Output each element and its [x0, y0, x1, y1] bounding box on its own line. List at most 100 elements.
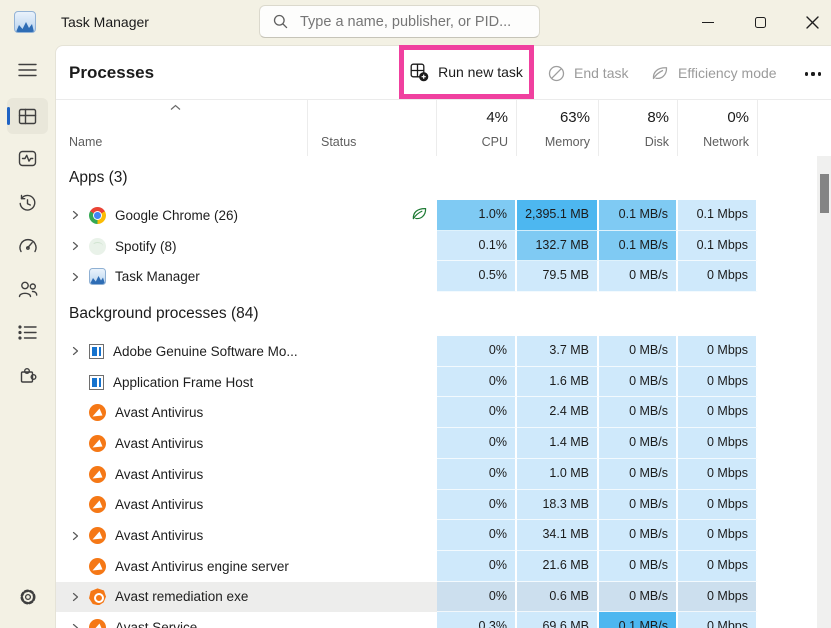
process-row[interactable]: Avast Service0.3%69.6 MB0.1 MB/s0 Mbps: [56, 612, 831, 628]
cpu-cell: 0.1%: [437, 231, 517, 262]
run-new-task-button[interactable]: Run new task: [410, 63, 523, 82]
avast-icon: [89, 558, 106, 575]
network-cell: 0 Mbps: [678, 490, 758, 521]
cpu-cell: 0%: [437, 551, 517, 582]
app-history-icon: [18, 194, 37, 213]
process-name-label: Spotify (8): [115, 239, 177, 254]
sidebar-item-users[interactable]: [7, 271, 48, 307]
expand-chevron-icon[interactable]: [68, 241, 83, 251]
memory-total-value: 63%: [560, 109, 590, 126]
process-row[interactable]: Adobe Genuine Software Mo...0%3.7 MB0 MB…: [56, 336, 831, 367]
expand-chevron-icon[interactable]: [68, 346, 83, 356]
process-name-cell[interactable]: Avast Antivirus engine server: [56, 551, 308, 582]
process-table-body: Apps (3)Google Chrome (26)1.0%2,395.1 MB…: [56, 156, 831, 628]
process-row[interactable]: Avast remediation exe0%0.6 MB0 MB/s0 Mbp…: [56, 582, 831, 613]
table-header: Name Status 4% CPU 63% Memory 8% Disk 0%…: [56, 100, 831, 156]
process-row[interactable]: Avast Antivirus0%2.4 MB0 MB/s0 Mbps: [56, 397, 831, 428]
process-row[interactable]: Avast Antivirus0%34.1 MB0 MB/s0 Mbps: [56, 520, 831, 551]
process-name-cell[interactable]: Application Frame Host: [56, 367, 308, 398]
processes-icon: [18, 108, 37, 125]
sidebar: [0, 45, 55, 628]
memory-cell: 1.4 MB: [517, 428, 599, 459]
expand-chevron-icon[interactable]: [68, 592, 83, 602]
sidebar-item-performance[interactable]: [7, 140, 48, 176]
end-task-icon: [548, 65, 565, 82]
process-status-cell: [308, 397, 437, 428]
process-row[interactable]: Spotify (8)0.1%132.7 MB0.1 MB/s0.1 Mbps: [56, 231, 831, 262]
column-header-status[interactable]: Status: [308, 100, 437, 156]
more-options-button[interactable]: [796, 65, 830, 83]
group-header[interactable]: Apps (3): [56, 156, 831, 200]
expand-chevron-icon[interactable]: [68, 531, 83, 541]
users-icon: [18, 280, 38, 298]
process-name-cell[interactable]: Avast Antivirus: [56, 520, 308, 551]
sidebar-item-details[interactable]: [7, 314, 48, 350]
column-header-memory[interactable]: 63% Memory: [517, 100, 599, 156]
process-name-cell[interactable]: Task Manager: [56, 261, 308, 292]
network-cell: 0 Mbps: [678, 582, 758, 613]
memory-cell: 1.0 MB: [517, 459, 599, 490]
expand-chevron-icon[interactable]: [68, 272, 83, 282]
process-name-cell[interactable]: Avast Antivirus: [56, 397, 308, 428]
efficiency-mode-button[interactable]: Efficiency mode: [651, 46, 777, 100]
process-row[interactable]: Google Chrome (26)1.0%2,395.1 MB0.1 MB/s…: [56, 200, 831, 231]
process-row[interactable]: Avast Antivirus engine server0%21.6 MB0 …: [56, 551, 831, 582]
disk-cell: 0 MB/s: [599, 459, 678, 490]
scrollbar-thumb[interactable]: [820, 174, 829, 213]
sidebar-item-startup-apps[interactable]: [7, 227, 48, 263]
process-name-label: Avast remediation exe: [115, 589, 248, 604]
column-header-disk[interactable]: 8% Disk: [599, 100, 678, 156]
disk-cell: 0 MB/s: [599, 490, 678, 521]
process-name-label: Task Manager: [115, 269, 200, 284]
sort-ascending-icon: [170, 104, 181, 111]
process-name-cell[interactable]: Spotify (8): [56, 231, 308, 262]
sidebar-item-processes[interactable]: [7, 98, 48, 134]
network-cell: 0 Mbps: [678, 459, 758, 490]
column-header-network[interactable]: 0% Network: [678, 100, 758, 156]
process-status-cell: [308, 459, 437, 490]
search-box[interactable]: [259, 5, 540, 38]
process-row[interactable]: Avast Antivirus0%1.4 MB0 MB/s0 Mbps: [56, 428, 831, 459]
cpu-cell: 0%: [437, 367, 517, 398]
process-name-label: Avast Antivirus engine server: [115, 559, 289, 574]
close-button[interactable]: [789, 0, 831, 45]
spotify-icon: [89, 238, 106, 255]
sidebar-item-settings[interactable]: [7, 579, 48, 615]
expand-chevron-icon[interactable]: [68, 210, 83, 220]
process-row[interactable]: Task Manager0.5%79.5 MB0 MB/s0 Mbps: [56, 261, 831, 292]
process-row[interactable]: Avast Antivirus0%18.3 MB0 MB/s0 Mbps: [56, 490, 831, 521]
process-name-cell[interactable]: Avast Antivirus: [56, 490, 308, 521]
sidebar-item-app-history[interactable]: [7, 185, 48, 221]
vertical-scrollbar[interactable]: [817, 156, 831, 628]
avast-icon: [89, 435, 106, 452]
process-name-cell[interactable]: Avast Antivirus: [56, 428, 308, 459]
search-input[interactable]: [300, 14, 520, 30]
process-name-cell[interactable]: Adobe Genuine Software Mo...: [56, 336, 308, 367]
status-column-label: Status: [321, 135, 356, 149]
expand-chevron-icon[interactable]: [68, 623, 83, 628]
cpu-cell: 0.5%: [437, 261, 517, 292]
process-name-cell[interactable]: Google Chrome (26): [56, 200, 308, 231]
efficiency-leaf-icon: [411, 206, 428, 224]
toolbar: Processes Run new task End task: [56, 46, 831, 100]
column-header-cpu[interactable]: 4% CPU: [437, 100, 517, 156]
process-name-cell[interactable]: Avast Antivirus: [56, 459, 308, 490]
process-status-cell: [308, 200, 437, 231]
sidebar-item-hamburger-menu[interactable]: [7, 52, 48, 88]
group-header[interactable]: Background processes (84): [56, 292, 831, 336]
maximize-button[interactable]: [737, 0, 783, 45]
cpu-cell: 0%: [437, 582, 517, 613]
process-name-cell[interactable]: Avast remediation exe: [56, 582, 308, 613]
column-header-name[interactable]: Name: [56, 100, 308, 156]
network-cell: 0 Mbps: [678, 612, 758, 628]
process-row[interactable]: Avast Antivirus 0%1.0 MB0 MB/s0 Mbps: [56, 459, 831, 490]
disk-cell: 0 MB/s: [599, 520, 678, 551]
task-manager-icon: [89, 268, 106, 285]
network-cell: 0 Mbps: [678, 397, 758, 428]
end-task-button[interactable]: End task: [548, 46, 628, 100]
cpu-cell: 0%: [437, 459, 517, 490]
process-row[interactable]: Application Frame Host0%1.6 MB0 MB/s0 Mb…: [56, 367, 831, 398]
minimize-button[interactable]: [685, 0, 731, 45]
process-name-cell[interactable]: Avast Service: [56, 612, 308, 628]
sidebar-item-services[interactable]: [7, 357, 48, 393]
